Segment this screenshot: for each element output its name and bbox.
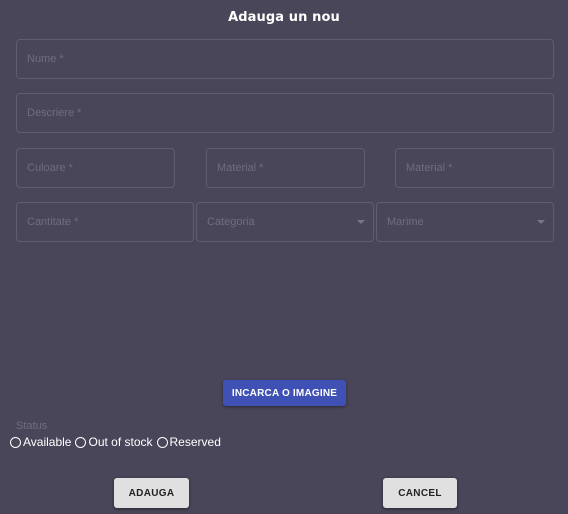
cancel-button[interactable]: CANCEL: [383, 478, 457, 508]
nume-field[interactable]: Nume *: [16, 39, 554, 79]
radio-out-of-stock[interactable]: Out of stock: [75, 435, 153, 449]
culoare-placeholder: Culoare *: [27, 162, 73, 174]
radio-circle-icon[interactable]: [10, 436, 21, 448]
radio-reserved-label: Reserved: [169, 435, 221, 449]
radio-available[interactable]: Available: [10, 435, 71, 449]
descriere-placeholder: Descriere *: [27, 107, 82, 119]
culoare-field[interactable]: Culoare *: [16, 148, 175, 188]
descriere-field[interactable]: Descriere *: [16, 93, 554, 133]
radio-available-label: Available: [23, 435, 72, 449]
categoria-select[interactable]: Categoria: [196, 202, 374, 242]
radio-out-of-stock-label: Out of stock: [88, 435, 153, 449]
radio-reserved[interactable]: Reserved: [156, 435, 221, 449]
chevron-down-icon: [537, 220, 545, 224]
cantitate-placeholder: Cantitate *: [27, 216, 79, 228]
dialog-title: Adauga un nou: [228, 10, 340, 25]
material-field-2[interactable]: Material *: [395, 148, 554, 188]
marime-select[interactable]: Marime: [376, 202, 554, 242]
status-radio-group: Available Out of stock Reserved: [10, 435, 225, 449]
material-placeholder-1: Material *: [217, 162, 264, 174]
upload-image-button[interactable]: INCARCA O IMAGINE: [223, 380, 346, 406]
nume-placeholder: Nume *: [27, 53, 64, 65]
radio-circle-icon[interactable]: [156, 436, 168, 448]
categoria-placeholder: Categoria: [207, 216, 255, 228]
chevron-down-icon: [357, 220, 365, 224]
material-placeholder-2: Material *: [406, 162, 453, 174]
cantitate-field[interactable]: Cantitate *: [16, 202, 194, 242]
add-button[interactable]: ADAUGA: [114, 478, 189, 508]
status-label: Status: [16, 420, 48, 432]
marime-placeholder: Marime: [387, 216, 424, 228]
material-field-1[interactable]: Material *: [206, 148, 365, 188]
radio-circle-icon[interactable]: [75, 436, 87, 448]
